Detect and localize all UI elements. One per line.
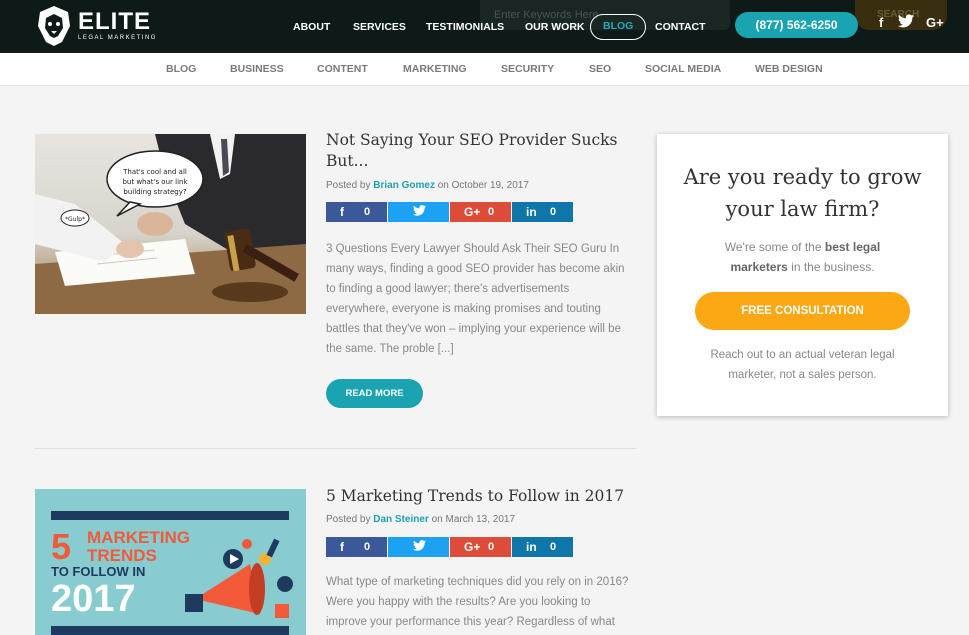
- share-facebook-button[interactable]: f0: [326, 537, 387, 557]
- share-google-button[interactable]: G+ 0: [450, 537, 511, 557]
- twitter-icon: [413, 205, 426, 219]
- svg-text:MARKETING: MARKETING: [87, 528, 190, 547]
- svg-text:*Gulp*: *Gulp*: [65, 216, 85, 223]
- category-bar: BLOG BUSINESS CONTENT MARKETING SECURITY…: [0, 53, 969, 86]
- post-author-link[interactable]: Dan Steiner: [373, 514, 429, 525]
- logo-subtitle: LEGAL MARKETING: [78, 35, 157, 41]
- svg-text:5: 5: [51, 526, 71, 567]
- post-thumbnail[interactable]: That's cool and all but what's our link …: [35, 134, 306, 314]
- site-header: Enter Keywords Here SEARCH ELITE LEGAL M…: [0, 0, 969, 53]
- linkedin-icon: in: [526, 205, 537, 219]
- category-business[interactable]: BUSINESS: [230, 63, 284, 75]
- google-plus-icon[interactable]: G+: [926, 15, 944, 30]
- nav-contact[interactable]: CONTACT: [655, 14, 706, 40]
- category-web-design[interactable]: WEB DESIGN: [755, 63, 823, 75]
- phone-button[interactable]: (877) 562-6250: [735, 12, 858, 38]
- free-consultation-button[interactable]: FREE CONSULTATION: [695, 292, 910, 330]
- svg-text:building strategy?: building strategy?: [123, 188, 186, 196]
- nav-services[interactable]: SERVICES: [353, 14, 406, 40]
- nav-about[interactable]: ABOUT: [293, 14, 330, 40]
- share-facebook-button[interactable]: f0: [326, 202, 387, 222]
- category-security[interactable]: SECURITY: [501, 63, 554, 75]
- logo-title: ELITE: [78, 8, 152, 35]
- share-bar: f0 G+ 0 in 0: [326, 202, 573, 222]
- post-excerpt: What type of marketing techniques did yo…: [326, 576, 629, 628]
- cta-note: Reach out to an actual veteran legal mar…: [710, 349, 895, 381]
- category-marketing[interactable]: MARKETING: [403, 63, 467, 75]
- site-logo[interactable]: ELITE LEGAL MARKETING: [34, 4, 157, 48]
- share-twitter-button[interactable]: [388, 202, 449, 222]
- category-content[interactable]: CONTENT: [317, 63, 368, 75]
- linkedin-icon: in: [526, 540, 537, 554]
- post-title[interactable]: 5 Marketing Trends to Follow in 2017: [326, 486, 626, 507]
- facebook-icon: f: [340, 540, 344, 554]
- nav-blog[interactable]: BLOG: [590, 14, 647, 40]
- share-linkedin-button[interactable]: in 0: [512, 537, 573, 557]
- category-blog[interactable]: BLOG: [166, 63, 196, 75]
- svg-text:TO FOLLOW IN: TO FOLLOW IN: [51, 564, 145, 579]
- post-meta: Posted by Dan Steiner on March 13, 2017: [326, 514, 516, 525]
- svg-text:TRENDS: TRENDS: [87, 546, 157, 565]
- post-divider: [35, 448, 636, 449]
- svg-text:That's cool and all: That's cool and all: [122, 168, 187, 176]
- consultation-widget: Are you ready to grow your law firm? We'…: [657, 134, 948, 416]
- share-bar: f0 G+ 0 in 0: [326, 537, 573, 557]
- post-title[interactable]: Not Saying Your SEO Provider Sucks But..…: [326, 130, 626, 172]
- cta-heading: Are you ready to grow your law firm?: [683, 165, 922, 221]
- svg-text:2017: 2017: [51, 578, 136, 620]
- google-plus-icon: G+: [464, 205, 481, 219]
- post-excerpt: 3 Questions Every Lawyer Should Ask Thei…: [326, 243, 625, 355]
- category-social-media[interactable]: SOCIAL MEDIA: [645, 63, 721, 75]
- cta-description: We're some of the best legal marketers i…: [724, 240, 881, 274]
- share-google-button[interactable]: G+ 0: [450, 202, 511, 222]
- twitter-icon: [413, 540, 426, 554]
- post-thumbnail[interactable]: 5 MARKETING TRENDS TO FOLLOW IN 2017: [35, 489, 306, 635]
- category-seo[interactable]: SEO: [589, 63, 611, 75]
- post-meta: Posted by Brian Gomez on October 19, 201…: [326, 180, 529, 191]
- facebook-icon: f: [340, 205, 344, 219]
- nav-our-work[interactable]: OUR WORK: [525, 14, 585, 40]
- twitter-icon[interactable]: [898, 14, 914, 31]
- share-linkedin-button[interactable]: in 0: [512, 202, 573, 222]
- read-more-button[interactable]: READ MORE: [326, 379, 423, 408]
- lion-logo-icon: [34, 4, 74, 48]
- svg-text:but what's our link: but what's our link: [122, 178, 188, 186]
- post-author-link[interactable]: Brian Gomez: [373, 180, 435, 191]
- facebook-icon[interactable]: f: [879, 15, 883, 30]
- nav-testimonials[interactable]: TESTIMONIALS: [426, 14, 504, 40]
- google-plus-icon: G+: [464, 540, 481, 554]
- share-twitter-button[interactable]: [388, 537, 449, 557]
